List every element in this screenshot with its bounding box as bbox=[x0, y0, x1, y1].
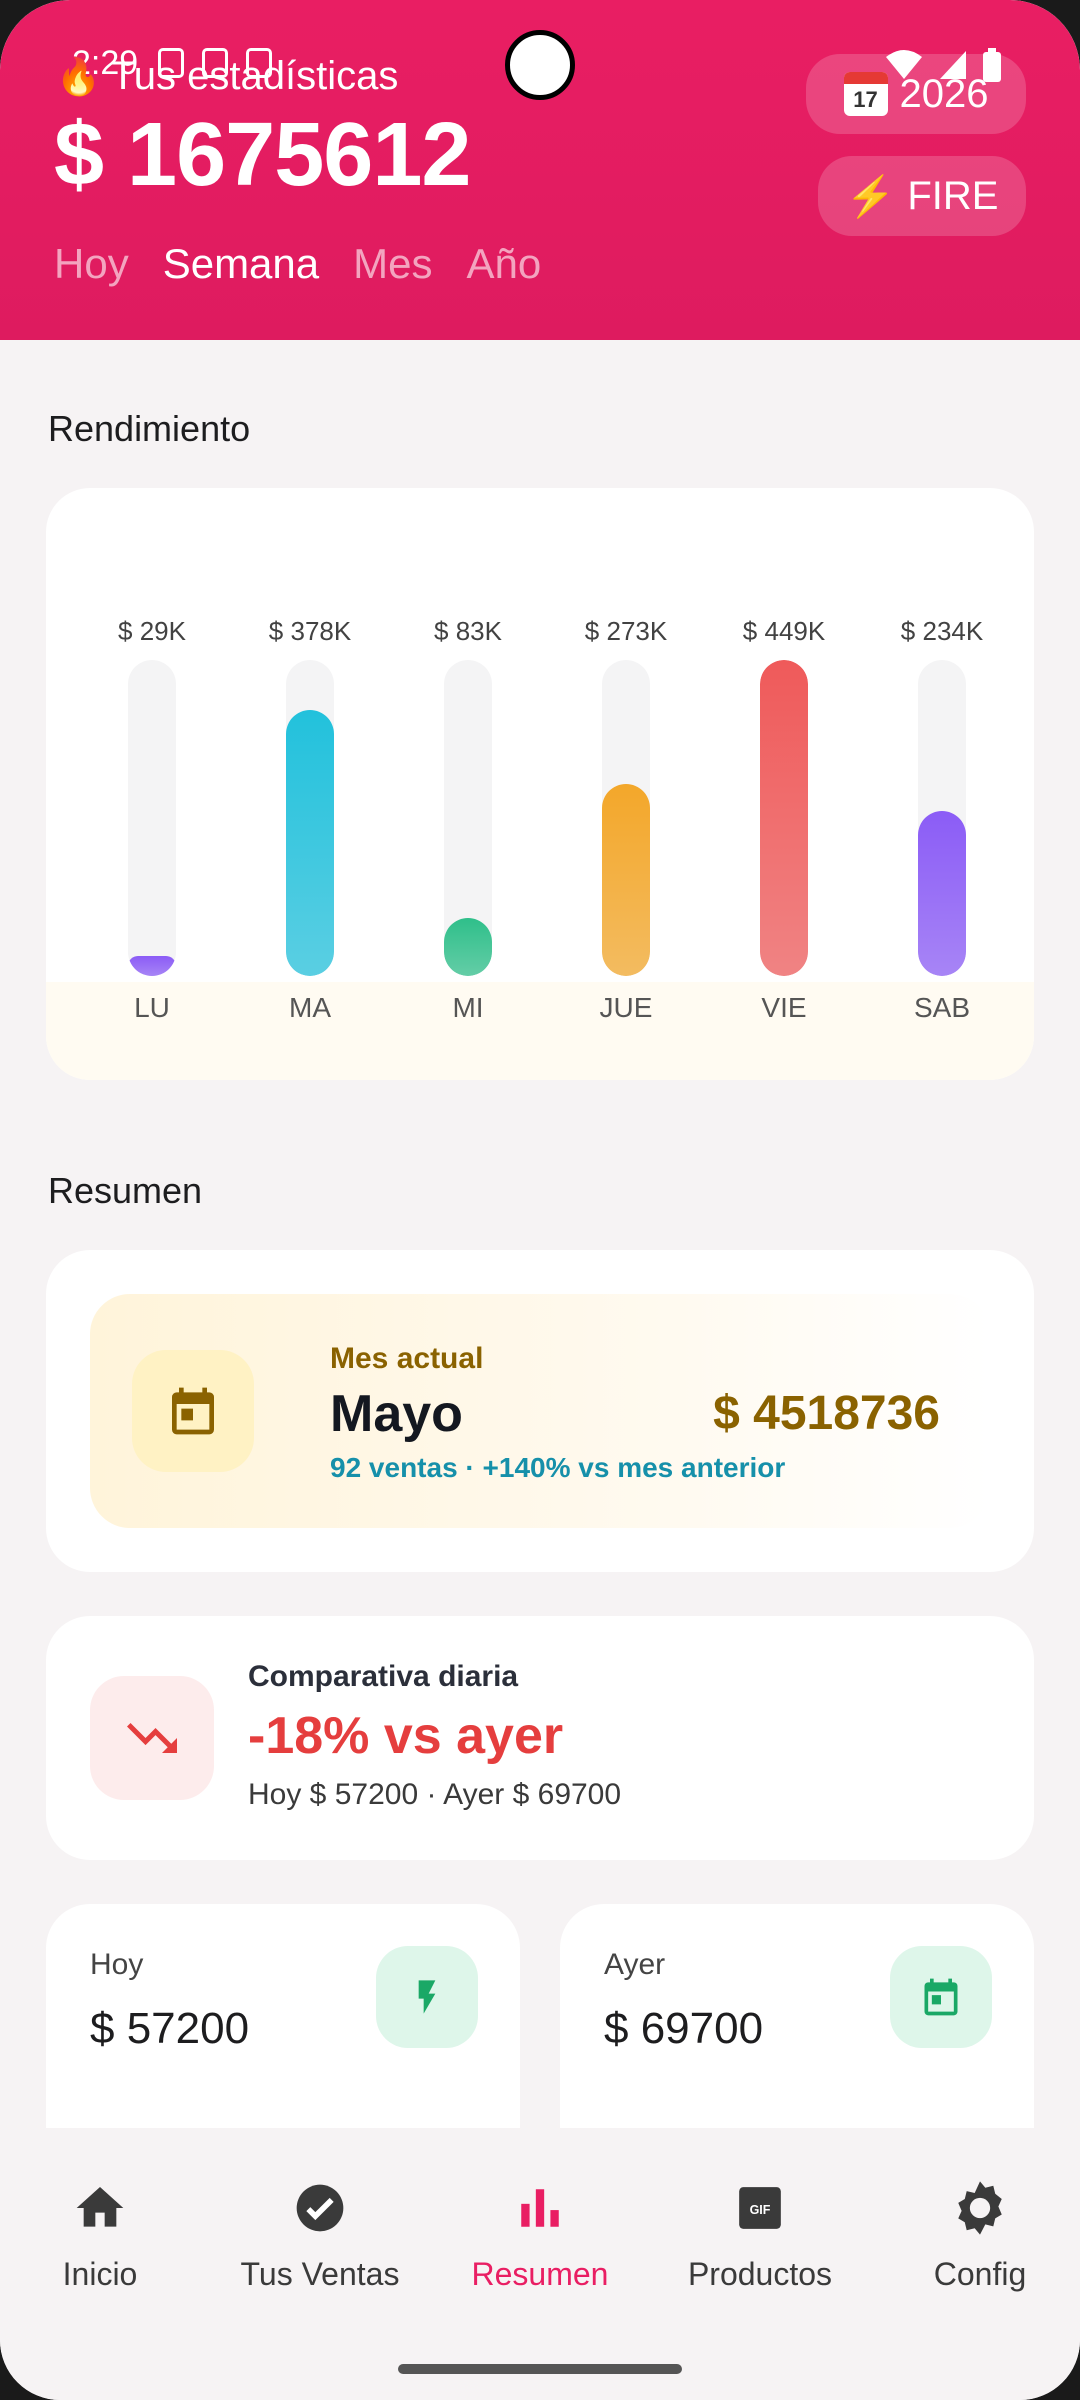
nav-label: Inicio bbox=[62, 2256, 138, 2292]
nav-label: Productos bbox=[687, 2256, 833, 2292]
bar-track bbox=[444, 660, 492, 976]
bar-track bbox=[918, 660, 966, 976]
bar bbox=[286, 710, 334, 976]
year-selector-button[interactable]: 17 2026 bbox=[806, 54, 1026, 134]
tab-semana[interactable]: Semana bbox=[163, 240, 319, 288]
bar-category-label: JUE bbox=[599, 992, 653, 1023]
month-label: Mes actual bbox=[330, 1342, 484, 1375]
comparison-value: -18% vs ayer bbox=[248, 1707, 564, 1765]
bar bbox=[444, 918, 492, 976]
trending-down-icon bbox=[90, 1676, 214, 1800]
yesterday-value: $ 69700 bbox=[604, 2004, 764, 2053]
comparison-label: Comparativa diaria bbox=[248, 1660, 519, 1693]
bar bbox=[128, 956, 176, 976]
bar-track bbox=[128, 660, 176, 976]
bar-column-lu[interactable]: $ 29K LU bbox=[92, 616, 212, 1024]
tab-hoy[interactable]: Hoy bbox=[54, 240, 129, 288]
bar-value-label: $ 273K bbox=[584, 616, 668, 646]
bar-track bbox=[760, 660, 808, 976]
bar-value-label: $ 83K bbox=[434, 616, 502, 646]
nav-label: Tus Ventas bbox=[240, 2256, 400, 2292]
bar-column-ma[interactable]: $ 378K MA bbox=[250, 616, 370, 1024]
today-card[interactable]: Hoy $ 57200 bbox=[46, 1904, 520, 2144]
header-title: Tus estadísticas bbox=[110, 54, 399, 98]
calendar-icon bbox=[132, 1350, 254, 1472]
nav-item-productos[interactable]: GIF Productos bbox=[660, 2178, 860, 2293]
bar-column-sab[interactable]: $ 234K SAB bbox=[882, 616, 1002, 1024]
bar-category-label: VIE bbox=[761, 992, 807, 1023]
bar bbox=[602, 784, 650, 976]
bar-column-jue[interactable]: $ 273K JUE bbox=[566, 616, 686, 1024]
month-subtitle: 92 ventas · +140% vs mes anterior bbox=[330, 1452, 786, 1483]
bar-column-vie[interactable]: $ 449K VIE bbox=[724, 616, 844, 1024]
gif-icon: GIF bbox=[730, 2178, 790, 2238]
header: 2:29 🔥 Tus estadísticas $ 1675612 Hoy Se… bbox=[0, 0, 1080, 340]
bottom-navigation: Inicio Tus Ventas Resumen GIF Productos … bbox=[0, 2128, 1080, 2400]
bar-chart-icon bbox=[510, 2178, 570, 2238]
current-month-panel: Mes actual Mayo 92 ventas · +140% vs mes… bbox=[90, 1294, 990, 1528]
check-circle-icon bbox=[290, 2178, 350, 2238]
svg-text:GIF: GIF bbox=[750, 2203, 771, 2217]
calendar-icon: 17 bbox=[843, 72, 888, 116]
home-indicator[interactable] bbox=[398, 2364, 682, 2374]
header-title-row: 🔥 Tus estadísticas bbox=[56, 54, 398, 99]
nav-label: Config bbox=[933, 2256, 1027, 2292]
bar-category-label: LU bbox=[134, 992, 170, 1023]
nav-item-inicio[interactable]: Inicio bbox=[0, 2178, 200, 2293]
daily-comparison-card[interactable]: Comparativa diaria -18% vs ayer Hoy $ 57… bbox=[46, 1616, 1034, 1860]
month-name: Mayo bbox=[330, 1385, 463, 1443]
bar-category-label: SAB bbox=[913, 992, 971, 1023]
bar-track bbox=[286, 660, 334, 976]
month-amount: $ 4518736 bbox=[713, 1387, 940, 1440]
year-label: 2026 bbox=[899, 71, 989, 116]
calendar-icon bbox=[890, 1946, 992, 2048]
period-tabs: Hoy Semana Mes Año bbox=[54, 240, 541, 288]
comparison-detail: Hoy $ 57200 · Ayer $ 69700 bbox=[248, 1778, 622, 1811]
current-month-card[interactable]: Mes actual Mayo 92 ventas · +140% vs mes… bbox=[46, 1250, 1034, 1572]
bar-track bbox=[602, 660, 650, 976]
gear-icon bbox=[950, 2178, 1010, 2238]
performance-chart-card: $ 29K LU $ 378K MA $ 83K MI $ 273K JUE $ 449K VIE… bbox=[46, 488, 1034, 1080]
yesterday-label: Ayer bbox=[604, 1948, 666, 1981]
fire-button[interactable]: ⚡ FIRE bbox=[818, 156, 1026, 236]
bar-value-label: $ 234K bbox=[900, 616, 984, 646]
tab-ano[interactable]: Año bbox=[467, 240, 542, 288]
nav-item-resumen[interactable]: Resumen bbox=[440, 2178, 640, 2293]
nav-item-config[interactable]: Config bbox=[880, 2178, 1080, 2293]
nav-label: Resumen bbox=[471, 2256, 609, 2292]
home-icon bbox=[70, 2178, 130, 2238]
section-title-resumen: Resumen bbox=[48, 1170, 203, 1211]
tab-mes[interactable]: Mes bbox=[353, 240, 432, 288]
total-amount: $ 1675612 bbox=[54, 105, 471, 205]
bar-value-label: $ 449K bbox=[742, 616, 826, 646]
flame-icon: 🔥 bbox=[56, 55, 101, 97]
calendar-icon-day: 17 bbox=[853, 87, 878, 112]
bar bbox=[760, 660, 808, 976]
lightning-icon: ⚡ bbox=[845, 174, 896, 219]
bar-column-mi[interactable]: $ 83K MI bbox=[408, 616, 528, 1024]
bar-category-label: MA bbox=[289, 992, 331, 1023]
yesterday-card[interactable]: Ayer $ 69700 bbox=[560, 1904, 1034, 2144]
camera-cutout bbox=[505, 30, 575, 100]
bar-value-label: $ 29K bbox=[118, 616, 186, 646]
today-label: Hoy bbox=[90, 1948, 144, 1981]
bar-value-label: $ 378K bbox=[268, 616, 352, 646]
bar bbox=[918, 811, 966, 976]
today-value: $ 57200 bbox=[90, 2004, 250, 2053]
fire-label: FIRE bbox=[907, 173, 999, 218]
section-title-rendimiento: Rendimiento bbox=[48, 408, 251, 449]
bar-category-label: MI bbox=[452, 992, 484, 1023]
app-screen: 2:29 🔥 Tus estadísticas $ 1675612 Hoy Se… bbox=[0, 0, 1080, 2400]
nav-item-tus-ventas[interactable]: Tus Ventas bbox=[220, 2178, 420, 2293]
bolt-icon bbox=[376, 1946, 478, 2048]
